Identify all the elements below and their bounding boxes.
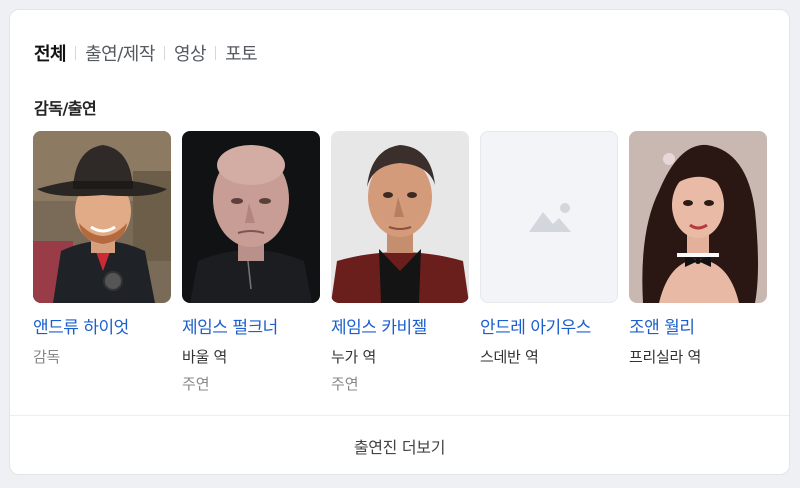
- person-role: 감독: [33, 348, 61, 366]
- dark-haired-woman-photo[interactable]: [629, 131, 767, 303]
- tab-divider: [163, 46, 165, 60]
- more-cast-button[interactable]: 출연진 더보기: [354, 434, 446, 458]
- image-placeholder-icon: [529, 203, 571, 232]
- person-name[interactable]: 제임스 펄크너: [182, 313, 320, 338]
- person-name[interactable]: 조앤 월리: [629, 313, 767, 338]
- cowboy-hat-man-photo[interactable]: [33, 131, 171, 303]
- tab-divider: [215, 46, 217, 60]
- cast-card: 전체 출연/제작 영상 포토 감독/출연 앤드류 하이엇 감독 제임스 펄크너 …: [9, 9, 790, 475]
- tab-cast-production[interactable]: 출연/제작: [85, 40, 155, 66]
- person-role: 프리실라 역: [629, 348, 701, 366]
- tab-bar: 전체 출연/제작 영상 포토: [34, 40, 258, 66]
- person-billing: 주연: [331, 375, 359, 393]
- person-card: 안드레 아기우스 스데반 역: [480, 131, 618, 367]
- person-role: 바울 역: [182, 348, 227, 366]
- person-role: 스데반 역: [480, 348, 539, 366]
- person-billing: 주연: [182, 375, 210, 393]
- bald-man-photo[interactable]: [182, 131, 320, 303]
- person-role: 누가 역: [331, 348, 376, 366]
- person-name[interactable]: 안드레 아기우스: [480, 313, 618, 338]
- person-name[interactable]: 앤드류 하이엇: [33, 313, 171, 338]
- person-name[interactable]: 제임스 카비젤: [331, 313, 469, 338]
- tab-divider: [75, 46, 77, 60]
- person-card: 제임스 카비젤 누가 역 주연: [331, 131, 469, 394]
- person-card: 제임스 펄크너 바울 역 주연: [182, 131, 320, 394]
- image-placeholder[interactable]: [480, 131, 618, 303]
- tab-all[interactable]: 전체: [34, 40, 67, 66]
- tab-photo[interactable]: 포토: [225, 40, 258, 66]
- footer: 출연진 더보기: [10, 415, 789, 474]
- section-title: 감독/출연: [34, 99, 97, 118]
- tab-video[interactable]: 영상: [174, 40, 207, 66]
- dark-haired-man-photo[interactable]: [331, 131, 469, 303]
- person-card: 앤드류 하이엇 감독: [33, 131, 171, 367]
- person-card: 조앤 월리 프리실라 역: [629, 131, 767, 367]
